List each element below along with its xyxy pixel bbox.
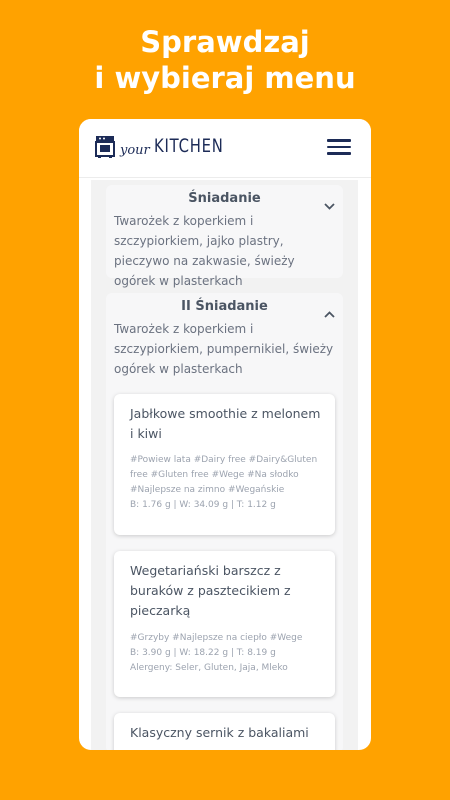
section-description: Twarożek z koperkiem i szczypiorkiem, ja… (114, 214, 295, 288)
dish-tags: #Powiew lata #Dairy free #Dairy&Gluten f… (130, 455, 318, 495)
logo-kitchen-text: KITCHEN (154, 135, 224, 157)
dish-card[interactable]: Wegetariański barszcz z buraków z paszte… (114, 551, 335, 697)
section-sniadanie[interactable]: Śniadanie Twarożek z koperkiem i szczypi… (106, 185, 343, 288)
dish-macros: B: 1.76 g | W: 34.09 g | T: 1.12 g (130, 500, 276, 510)
dish-macros: B: 3.90 g | W: 18.22 g | T: 8.19 g (130, 648, 276, 658)
promo-headline: Sprawdzaj i wybieraj menu (0, 24, 450, 96)
section-description: Twarożek z koperkiem i szczypiorkiem, pu… (114, 322, 334, 376)
dish-card[interactable]: Jabłkowe smoothie z melonem i kiwi #Powi… (114, 394, 335, 535)
logo-your-text: your (120, 143, 150, 158)
dish-tags: #Grzyby #Najlepsze na ciepło #Wege (130, 633, 303, 643)
kitchen-logo-icon[interactable] (95, 135, 115, 163)
app-header: your KITCHEN (79, 119, 371, 178)
dish-card[interactable]: Klasyczny sernik z bakaliami (114, 713, 335, 750)
dish-allergens: Alergeny: Seler, Gluten, Jaja, Mleko (130, 663, 288, 673)
hamburger-menu-icon[interactable] (327, 139, 353, 157)
phone-screen: your KITCHEN Śniadanie Twarożek z koperk… (79, 119, 371, 750)
menu-content[interactable]: Śniadanie Twarożek z koperkiem i szczypi… (91, 180, 358, 750)
promo-line-1: Sprawdzaj (140, 25, 310, 59)
promo-line-2: i wybieraj menu (94, 61, 356, 95)
dish-title: Jabłkowe smoothie z melonem i kiwi (130, 406, 321, 441)
section-title: Śniadanie (188, 191, 261, 206)
dish-title: Klasyczny sernik z bakaliami (130, 725, 309, 740)
section-title: II Śniadanie (181, 299, 268, 314)
dish-title: Wegetariański barszcz z buraków z paszte… (130, 563, 291, 618)
